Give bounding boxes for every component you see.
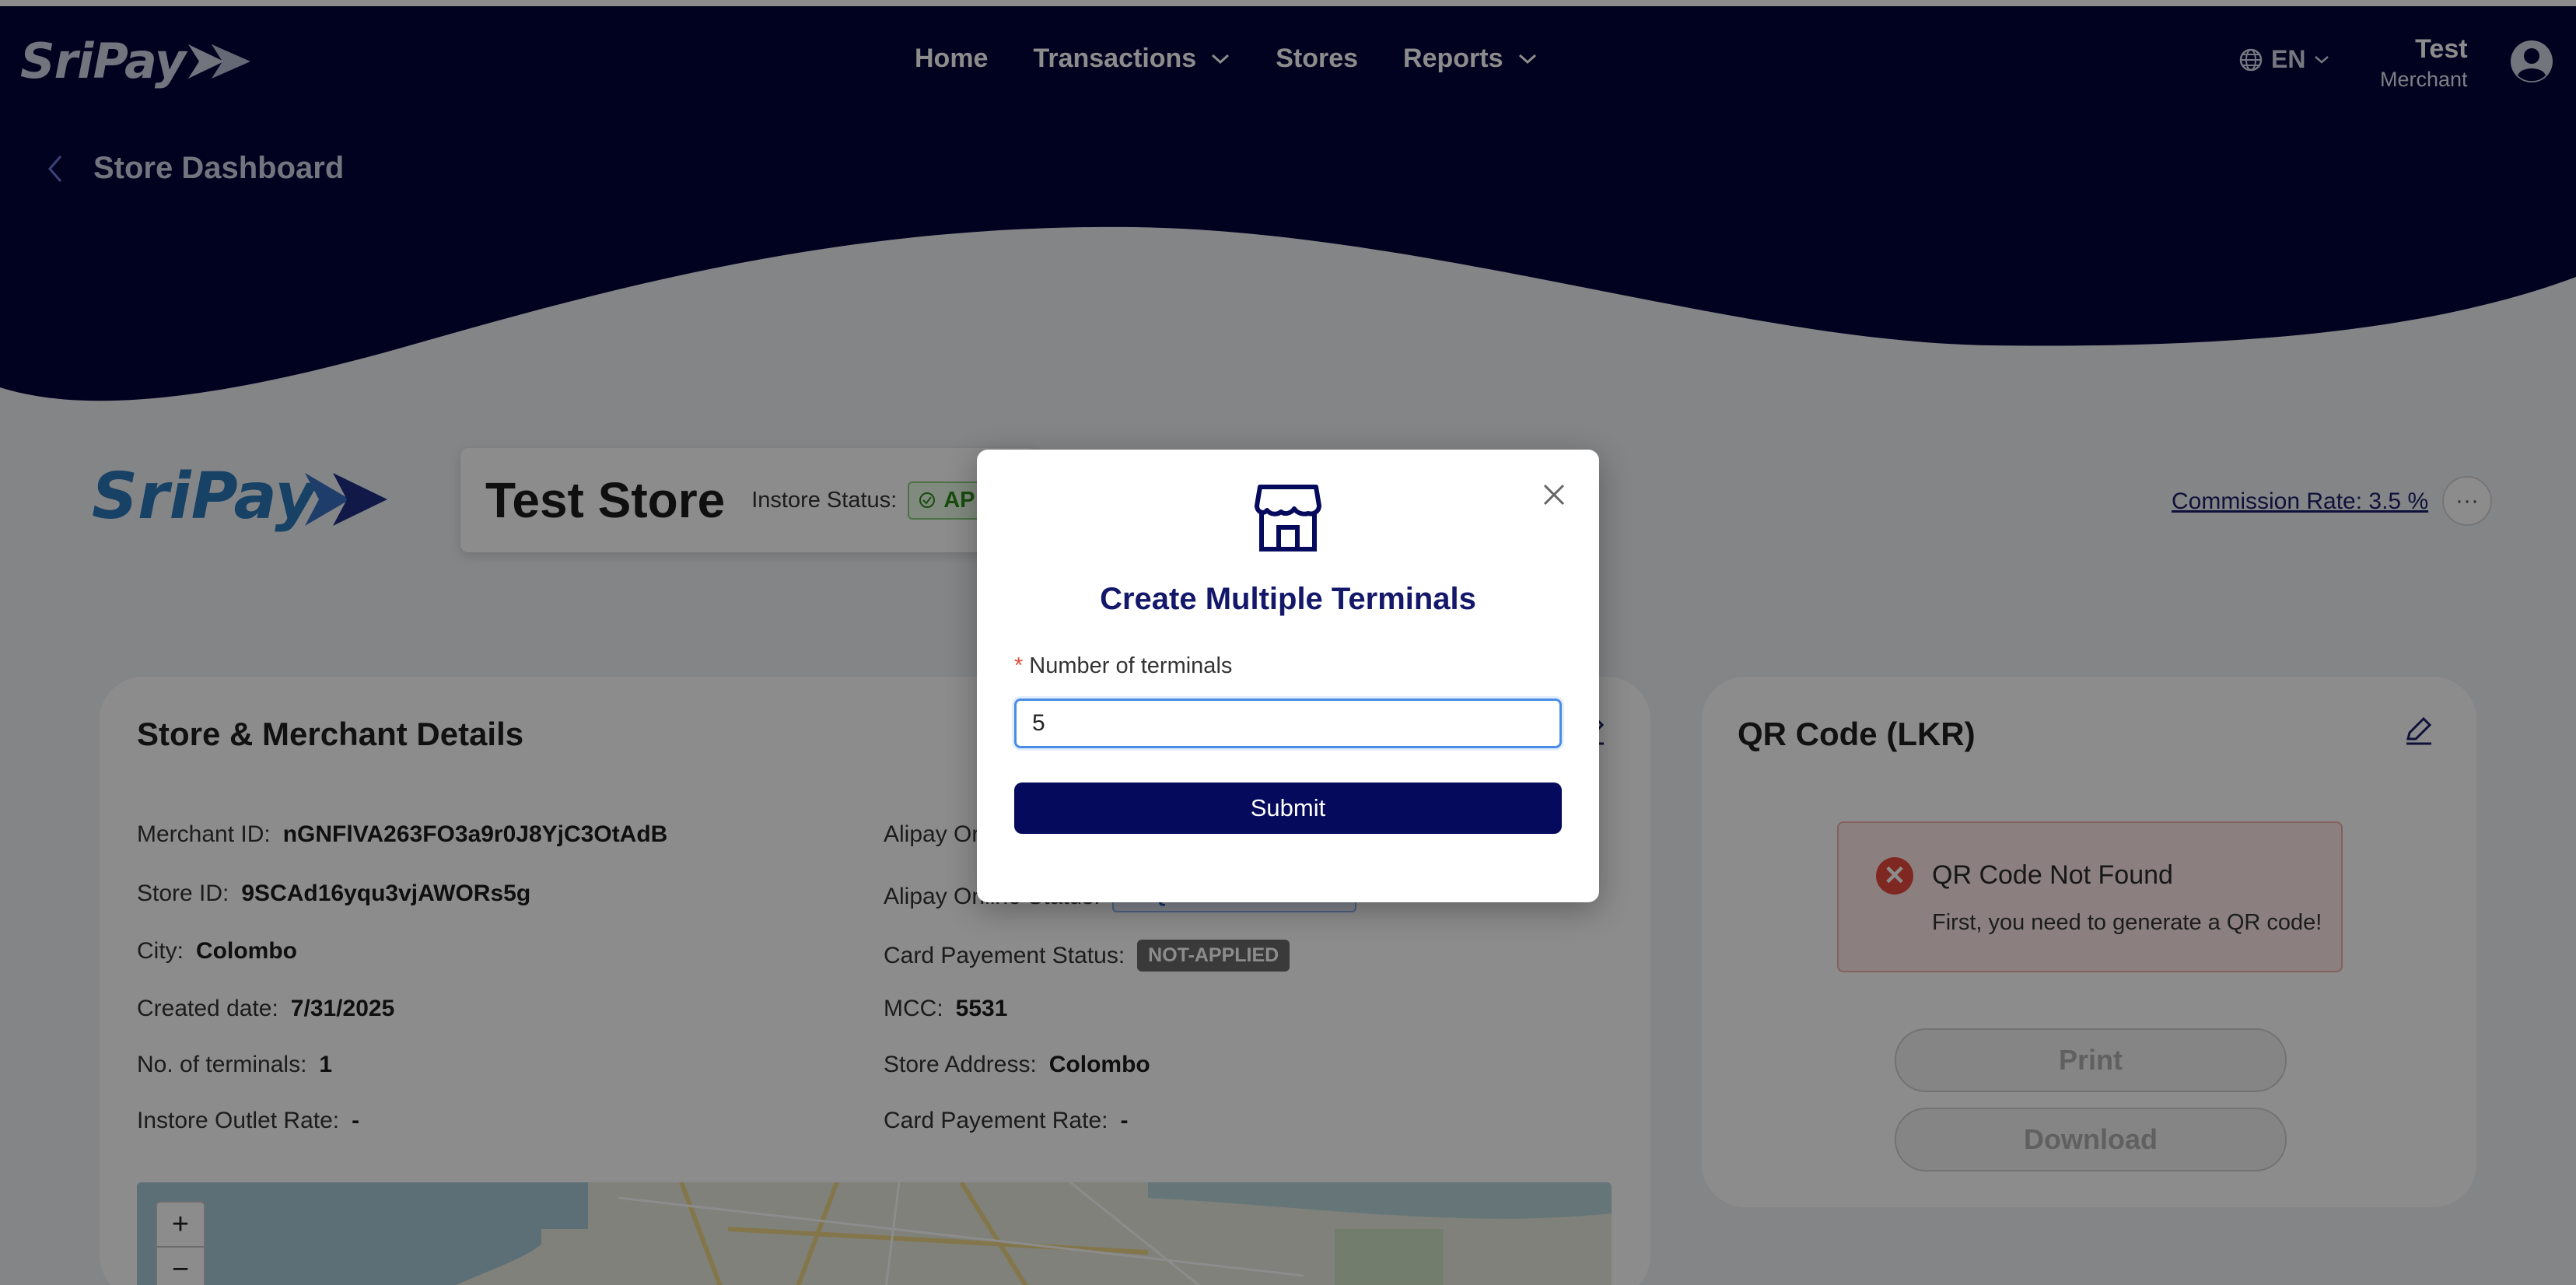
required-asterisk: * xyxy=(1014,653,1024,678)
close-icon[interactable] xyxy=(1538,479,1570,510)
number-of-terminals-label: * Number of terminals xyxy=(1014,653,1232,679)
submit-button[interactable]: Submit xyxy=(1014,783,1562,834)
label-text: Number of terminals xyxy=(1029,653,1233,678)
store-icon xyxy=(1255,485,1321,551)
number-of-terminals-input[interactable] xyxy=(1014,699,1562,748)
create-terminals-modal: Create Multiple Terminals * Number of ter… xyxy=(977,450,1599,902)
modal-title: Create Multiple Terminals xyxy=(1100,582,1476,616)
